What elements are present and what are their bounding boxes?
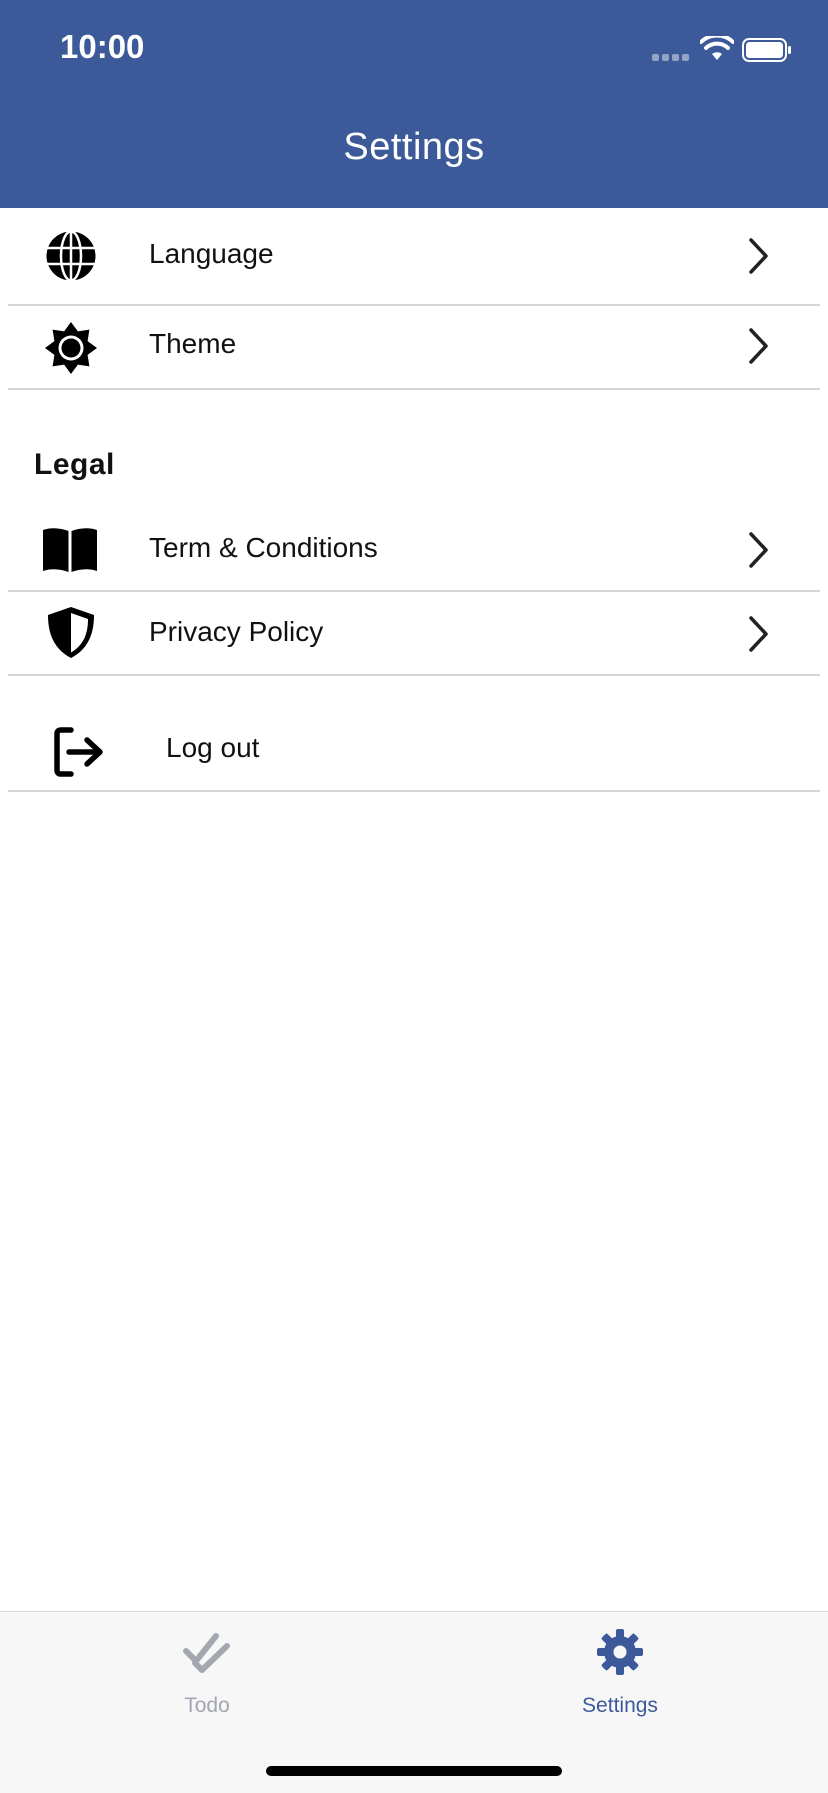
logout-label: Log out — [166, 732, 260, 763]
legal-item-label: Privacy Policy — [149, 616, 324, 647]
settings-item-theme[interactable]: Theme — [8, 306, 820, 390]
battery-icon — [742, 38, 791, 62]
section-title-legal: Legal — [34, 448, 115, 481]
legal-item-privacy[interactable]: Privacy Policy — [8, 592, 820, 676]
chevron-right-icon — [749, 238, 768, 274]
sun-icon — [45, 322, 97, 374]
logout-button[interactable]: Log out — [8, 676, 820, 792]
chevron-right-icon — [749, 328, 768, 364]
tab-todo-label: Todo — [184, 1694, 230, 1717]
chevron-right-icon — [749, 532, 768, 568]
tab-settings[interactable]: Settings — [520, 1612, 720, 1732]
home-indicator — [266, 1766, 562, 1776]
globe-icon — [46, 230, 96, 282]
settings-item-label: Language — [149, 238, 274, 269]
book-icon — [43, 528, 97, 572]
legal-item-label: Term & Conditions — [149, 532, 378, 563]
page-title: Settings — [343, 126, 485, 168]
gear-icon — [597, 1629, 643, 1675]
settings-item-language[interactable]: Language — [8, 208, 820, 306]
chevron-right-icon — [749, 616, 768, 652]
app-header: 10:00 Settings — [0, 0, 828, 208]
wifi-icon — [700, 36, 734, 60]
tab-todo[interactable]: Todo — [107, 1612, 307, 1732]
status-bar-time: 10:00 — [60, 28, 145, 65]
logout-icon — [54, 727, 103, 777]
double-check-icon — [183, 1633, 230, 1673]
legal-item-terms[interactable]: Term & Conditions — [8, 508, 820, 592]
shield-icon — [48, 607, 94, 658]
cellular-signal-icon — [652, 54, 692, 62]
tab-settings-label: Settings — [582, 1694, 658, 1717]
settings-item-label: Theme — [149, 328, 237, 359]
